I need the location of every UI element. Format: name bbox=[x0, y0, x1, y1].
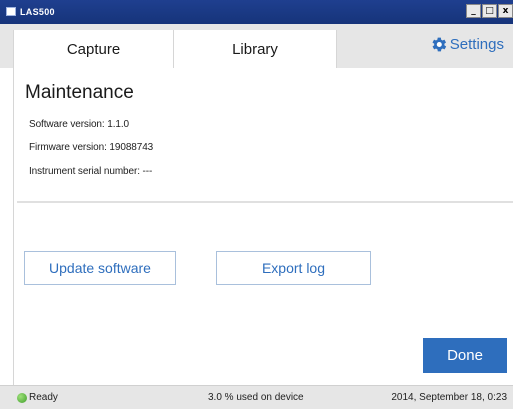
minimize-button[interactable]: _ bbox=[466, 4, 481, 18]
close-button[interactable]: x bbox=[498, 4, 513, 18]
serial-number: Instrument serial number: --- bbox=[29, 166, 153, 177]
export-log-button[interactable]: Export log bbox=[216, 251, 371, 285]
tab-bar: Capture Library Settings bbox=[0, 24, 513, 68]
divider bbox=[17, 201, 513, 203]
gear-icon bbox=[432, 37, 446, 51]
firmware-version: Firmware version: 19088743 bbox=[29, 142, 154, 153]
export-log-label: Export log bbox=[261, 260, 326, 276]
maintenance-panel: Maintenance Software version: 1.1.0 Firm… bbox=[13, 68, 513, 385]
storage-usage: 3.0 % used on device bbox=[208, 392, 304, 403]
title-bar: LAS500 _ □ x bbox=[0, 0, 513, 24]
tab-capture[interactable]: Capture bbox=[13, 30, 174, 68]
settings-button[interactable]: Settings bbox=[429, 32, 504, 56]
maximize-button[interactable]: □ bbox=[482, 4, 497, 18]
tab-library[interactable]: Library bbox=[174, 30, 337, 68]
update-software-button[interactable]: Update software bbox=[24, 251, 176, 285]
software-version: Software version: 1.1.0 bbox=[29, 119, 129, 130]
window-title: LAS500 bbox=[20, 7, 55, 17]
settings-label: Settings bbox=[449, 35, 504, 53]
status-bar: Ready 3.0 % used on device 2014, Septemb… bbox=[0, 385, 513, 409]
update-software-label: Update software bbox=[49, 260, 151, 276]
app-icon bbox=[6, 7, 16, 16]
tab-library-label: Library bbox=[232, 40, 278, 58]
page-title: Maintenance bbox=[25, 82, 134, 103]
status-text: Ready bbox=[29, 392, 58, 403]
tab-capture-label: Capture bbox=[66, 40, 121, 58]
window-controls: _ □ x bbox=[465, 4, 513, 18]
status-ok-icon bbox=[17, 393, 27, 403]
done-button[interactable]: Done bbox=[423, 338, 507, 373]
status-datetime: 2014, September 18, 0:23 bbox=[391, 392, 507, 403]
done-label: Done bbox=[447, 347, 483, 364]
